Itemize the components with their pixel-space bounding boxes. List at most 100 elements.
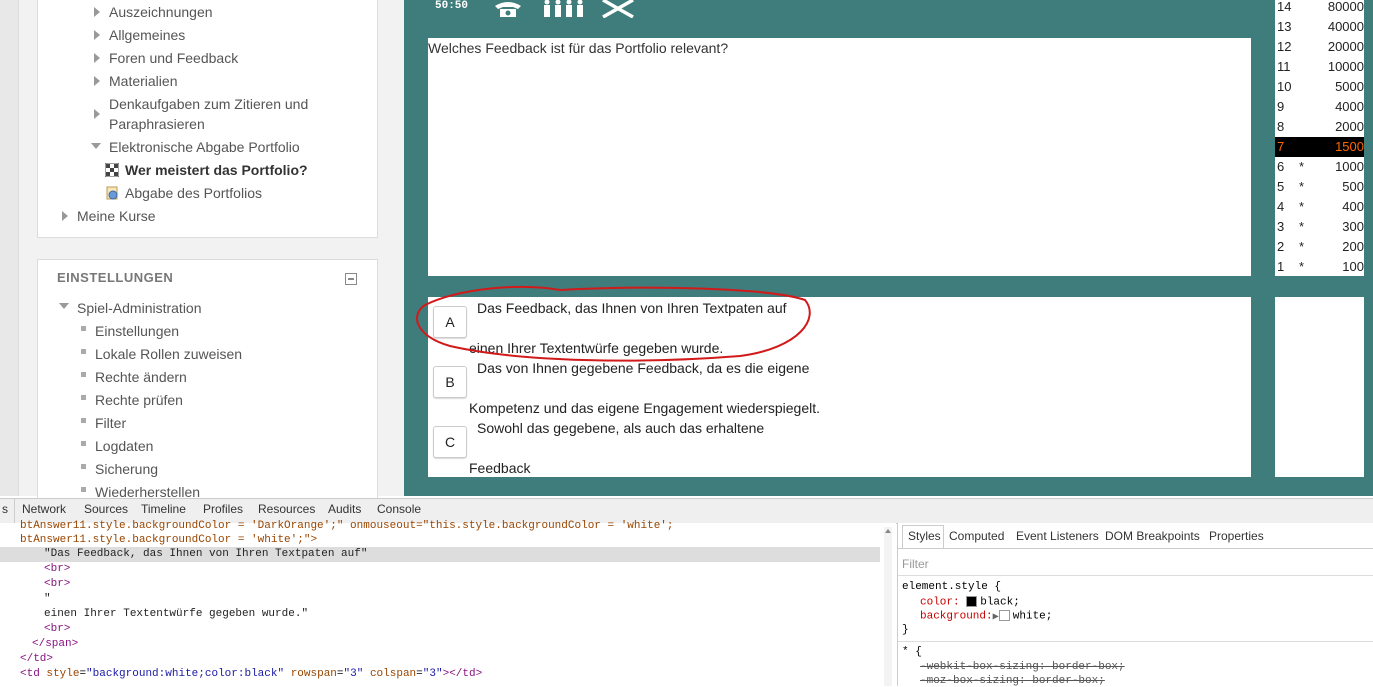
code-br-tag[interactable]: <br> [44,577,70,592]
answer-a-line1[interactable]: Das Feedback, das Ihnen von Ihren Textpa… [477,299,787,317]
joker-5050-button[interactable]: 50:50 [435,0,468,12]
tab-resources[interactable]: Resources [258,502,315,516]
ladder-row: 12 20000 [1275,37,1364,57]
sidebar-edge [0,0,19,496]
nav-item-abgabe-portfolio[interactable]: Elektronische Abgabe Portfolio [109,137,300,157]
answer-c-button[interactable]: C [433,426,467,458]
ladder-amount: 5000 [1335,79,1364,94]
code-attr-value: "background:white;color:black" [86,668,285,680]
collapsed-arrow-icon[interactable] [94,53,100,63]
nav-item-auszeichnungen[interactable]: Auszeichnungen [109,2,213,22]
answer-c-line2[interactable]: Feedback [469,459,530,477]
bullet-icon [81,441,86,446]
tab-profiles[interactable]: Profiles [203,502,243,516]
nav-item-materialien[interactable]: Materialien [109,71,177,91]
collapsed-arrow-icon[interactable] [94,109,100,119]
ladder-level: 6 [1277,159,1285,174]
answer-b-line1[interactable]: Das von Ihnen gegebene Feedback, da es d… [477,359,809,377]
phone-joker-icon[interactable] [493,0,523,18]
style-prop-color[interactable]: color: black; [920,596,1020,608]
question-box: Welches Feedback ist für das Portfolio r… [428,38,1251,276]
settings-item[interactable]: Einstellungen [95,321,179,341]
close-icon[interactable] [600,0,636,18]
tab-sources[interactable]: Sources [84,502,128,516]
ladder-row: 10 5000 [1275,77,1364,97]
tab-timeline[interactable]: Timeline [141,502,186,516]
color-swatch-icon[interactable] [966,596,978,607]
expanded-arrow-icon[interactable] [91,143,101,149]
tab-elements[interactable]: s [2,502,8,516]
question-text: Welches Feedback ist für das Portfolio r… [428,40,729,56]
prize-ladder: 14 80000 13 40000 12 20000 11 10000 10 5000 9 4000 8… [1275,0,1364,276]
collapse-block-icon[interactable] [345,273,357,285]
ladder-level: 1 [1277,259,1285,274]
ladder-row: 6 * 1000 [1275,157,1364,177]
code-line[interactable]: btAnswer11.style.backgroundColor = 'Dark… [20,519,674,534]
tab-event-listeners[interactable]: Event Listeners [1016,529,1099,543]
tab-dom-breakpoints[interactable]: DOM Breakpoints [1105,529,1200,543]
nav-item-meine-kurse[interactable]: Meine Kurse [77,206,156,226]
code-td-open: <td [20,668,40,680]
code-text-node[interactable]: einen Ihrer Textentwürfe gegeben wurde." [44,607,308,622]
tab-audits[interactable]: Audits [328,502,361,516]
code-td-close[interactable]: </td> [20,652,53,667]
rule-selector[interactable]: * { [902,646,922,658]
scrollbar[interactable] [884,527,892,686]
code-br-tag[interactable]: <br> [44,622,70,637]
collapsed-arrow-icon[interactable] [62,211,68,221]
filter-input[interactable]: Filter [902,557,929,571]
nav-item-foren[interactable]: Foren und Feedback [109,48,238,68]
audience-joker-icon[interactable] [541,0,586,18]
code-text-node[interactable]: "Das Feedback, das Ihnen von Ihren Textp… [44,547,367,562]
code-td-tail: ></td> [442,668,483,680]
overridden-prop[interactable]: -moz-box-sizing: border-box; [920,675,1105,687]
answer-b-line2[interactable]: Kompetenz und das eigene Engagement wied… [469,399,820,417]
answer-a-button[interactable]: A [433,306,467,338]
ladder-safe-mark: * [1299,199,1305,214]
settings-item[interactable]: Rechte prüfen [95,390,183,410]
answer-c-line1[interactable]: Sowohl das gegebene, als auch das erhalt… [477,419,764,437]
settings-item[interactable]: Lokale Rollen zuweisen [95,344,242,364]
styles-panel: Styles Computed Event Listeners DOM Brea… [897,523,1373,687]
ladder-safe-mark: * [1299,179,1305,194]
answer-a-line2[interactable]: einen Ihrer Textentwürfe gegeben wurde. [469,339,723,357]
code-quote[interactable]: " [44,592,51,607]
ladder-level: 3 [1277,219,1285,234]
code-br-tag[interactable]: <br> [44,562,70,577]
tab-properties[interactable]: Properties [1209,529,1264,543]
code-span-close[interactable]: </span> [32,637,78,652]
style-prop-background[interactable]: background:▶ white; [920,610,1052,622]
nav-item-abgabe[interactable]: Abgabe des Portfolios [125,183,262,203]
ladder-row: 1 * 100 [1275,257,1364,277]
code-td-line[interactable]: <td style="background:white;color:black"… [20,667,482,682]
ladder-level: 5 [1277,179,1285,194]
overridden-prop[interactable]: -webkit-box-sizing: border-box; [920,661,1125,673]
ladder-row: 7 1500 [1275,137,1364,157]
rule-selector[interactable]: element.style { [902,581,1001,593]
nav-item-active-quiz[interactable]: Wer meistert das Portfolio? [125,160,308,180]
tab-computed[interactable]: Computed [949,529,1004,543]
settings-admin[interactable]: Spiel-Administration [77,298,202,318]
nav-item-denkaufgaben-line2[interactable]: Paraphrasieren [109,114,205,134]
color-swatch-icon[interactable] [998,610,1010,621]
code-line[interactable]: btAnswer11.style.backgroundColor = 'whit… [20,533,317,548]
ladder-amount: 100 [1342,259,1364,274]
ladder-panel [1275,297,1364,477]
collapsed-arrow-icon[interactable] [94,7,100,17]
tab-console[interactable]: Console [377,502,421,516]
settings-item[interactable]: Rechte ändern [95,367,187,387]
collapsed-arrow-icon[interactable] [94,76,100,86]
ladder-level: 8 [1277,119,1285,134]
nav-item-denkaufgaben[interactable]: Denkaufgaben zum Zitieren und [109,94,308,114]
settings-item[interactable]: Sicherung [95,459,158,479]
nav-item-allgemeines[interactable]: Allgemeines [109,25,185,45]
settings-item[interactable]: Logdaten [95,436,153,456]
bullet-icon [81,326,86,331]
collapsed-arrow-icon[interactable] [94,30,100,40]
tab-styles[interactable]: Styles [908,529,941,543]
answer-b-button[interactable]: B [433,366,467,398]
expanded-arrow-icon[interactable] [59,303,69,309]
code-attr-name: rowspan [290,668,337,680]
settings-item[interactable]: Filter [95,413,126,433]
tab-network[interactable]: Network [22,502,66,516]
